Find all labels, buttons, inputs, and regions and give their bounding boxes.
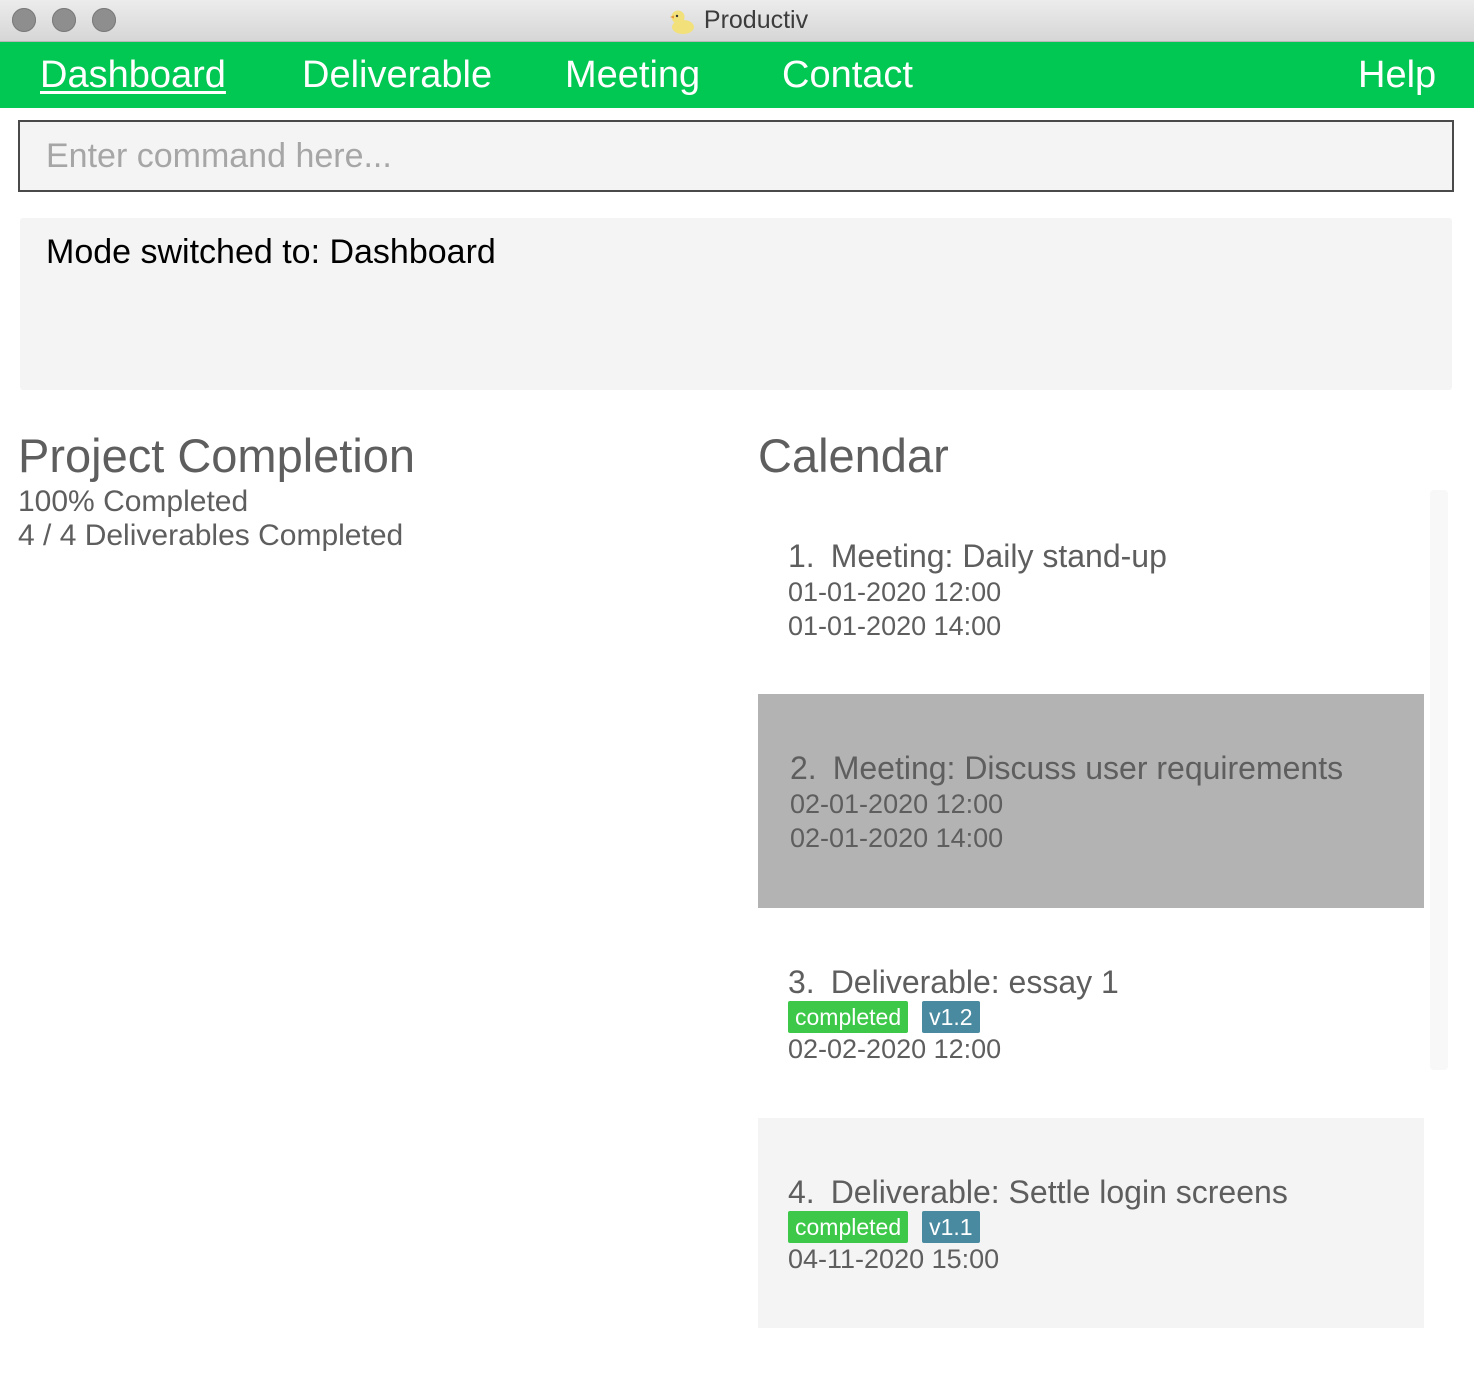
menu-dashboard[interactable]: Dashboard xyxy=(40,53,226,97)
calendar-item-index: 2. xyxy=(790,750,817,786)
calendar-item-end: 02-01-2020 14:00 xyxy=(790,823,1004,853)
version-tag: v1.1 xyxy=(922,1211,980,1243)
status-tag: completed xyxy=(788,1001,909,1033)
result-text: Mode switched to: Dashboard xyxy=(46,233,496,271)
calendar-item-title: 1. Meeting: Daily stand-up xyxy=(788,537,1167,575)
menu-meeting[interactable]: Meeting xyxy=(565,53,700,97)
menu-bar: Dashboard Deliverable Meeting Contact He… xyxy=(0,42,1474,108)
calendar-item-start: 02-01-2020 12:00 xyxy=(790,789,1004,819)
status-tag: completed xyxy=(788,1211,909,1243)
calendar-item-title: 4. Deliverable: Settle login screens xyxy=(788,1173,1288,1211)
command-input[interactable] xyxy=(20,122,1452,190)
completion-percent: 100% Completed xyxy=(18,485,249,518)
calendar-item-due: 02-02-2020 12:00 xyxy=(788,1034,1002,1064)
calendar-list: 1. Meeting: Daily stand-up 01-01-2020 12:… xyxy=(758,484,1424,1344)
calendar-item-due: 04-11-2020 15:00 xyxy=(788,1244,1000,1274)
duck-icon xyxy=(666,6,696,36)
calendar-item-index: 3. xyxy=(788,964,815,1000)
calendar-item-title-text: Meeting: Discuss user requirements xyxy=(832,750,1344,786)
calendar-item-title: 2. Meeting: Discuss user requirements xyxy=(790,749,1343,787)
calendar-item[interactable]: 1. Meeting: Daily stand-up 01-01-2020 12:… xyxy=(758,484,1424,694)
window-title: Productiv xyxy=(703,6,809,34)
window-title-wrap: Productiv xyxy=(0,0,1474,41)
project-completion-heading: Project Completion xyxy=(18,429,416,482)
calendar-item-title: 3. Deliverable: essay 1 xyxy=(788,963,1119,1001)
calendar-item-end: 01-01-2020 14:00 xyxy=(788,611,1002,641)
calendar-scrollbar[interactable] xyxy=(1430,490,1448,1070)
calendar-item-index: 1. xyxy=(788,538,815,574)
calendar-item-selected[interactable]: 2. Meeting: Discuss user requirements 02-… xyxy=(758,694,1424,908)
result-display: Mode switched to: Dashboard xyxy=(20,218,1452,390)
version-tag: v1.2 xyxy=(922,1001,980,1033)
calendar-item-title-text: Deliverable: Settle login screens xyxy=(830,1174,1288,1210)
calendar-heading: Calendar xyxy=(758,429,949,482)
completion-count: 4 / 4 Deliverables Completed xyxy=(18,519,404,552)
command-box xyxy=(18,120,1454,192)
calendar-item[interactable]: 3. Deliverable: essay 1 completed v1.2 02… xyxy=(758,908,1424,1118)
menu-help[interactable]: Help xyxy=(1358,53,1436,97)
title-bar: Productiv xyxy=(0,0,1474,42)
calendar-item-tags: completed v1.2 xyxy=(788,1001,980,1033)
menu-contact[interactable]: Contact xyxy=(782,53,913,97)
calendar-item-title-text: Meeting: Daily stand-up xyxy=(830,538,1167,574)
calendar-item[interactable]: 4. Deliverable: Settle login screens comp… xyxy=(758,1118,1424,1328)
calendar-item-start: 01-01-2020 12:00 xyxy=(788,577,1002,607)
calendar-item-title-text: Deliverable: essay 1 xyxy=(830,964,1119,1000)
calendar-item-tags: completed v1.1 xyxy=(788,1211,980,1243)
menu-deliverable[interactable]: Deliverable xyxy=(302,53,492,97)
calendar-item-index: 4. xyxy=(788,1174,815,1210)
